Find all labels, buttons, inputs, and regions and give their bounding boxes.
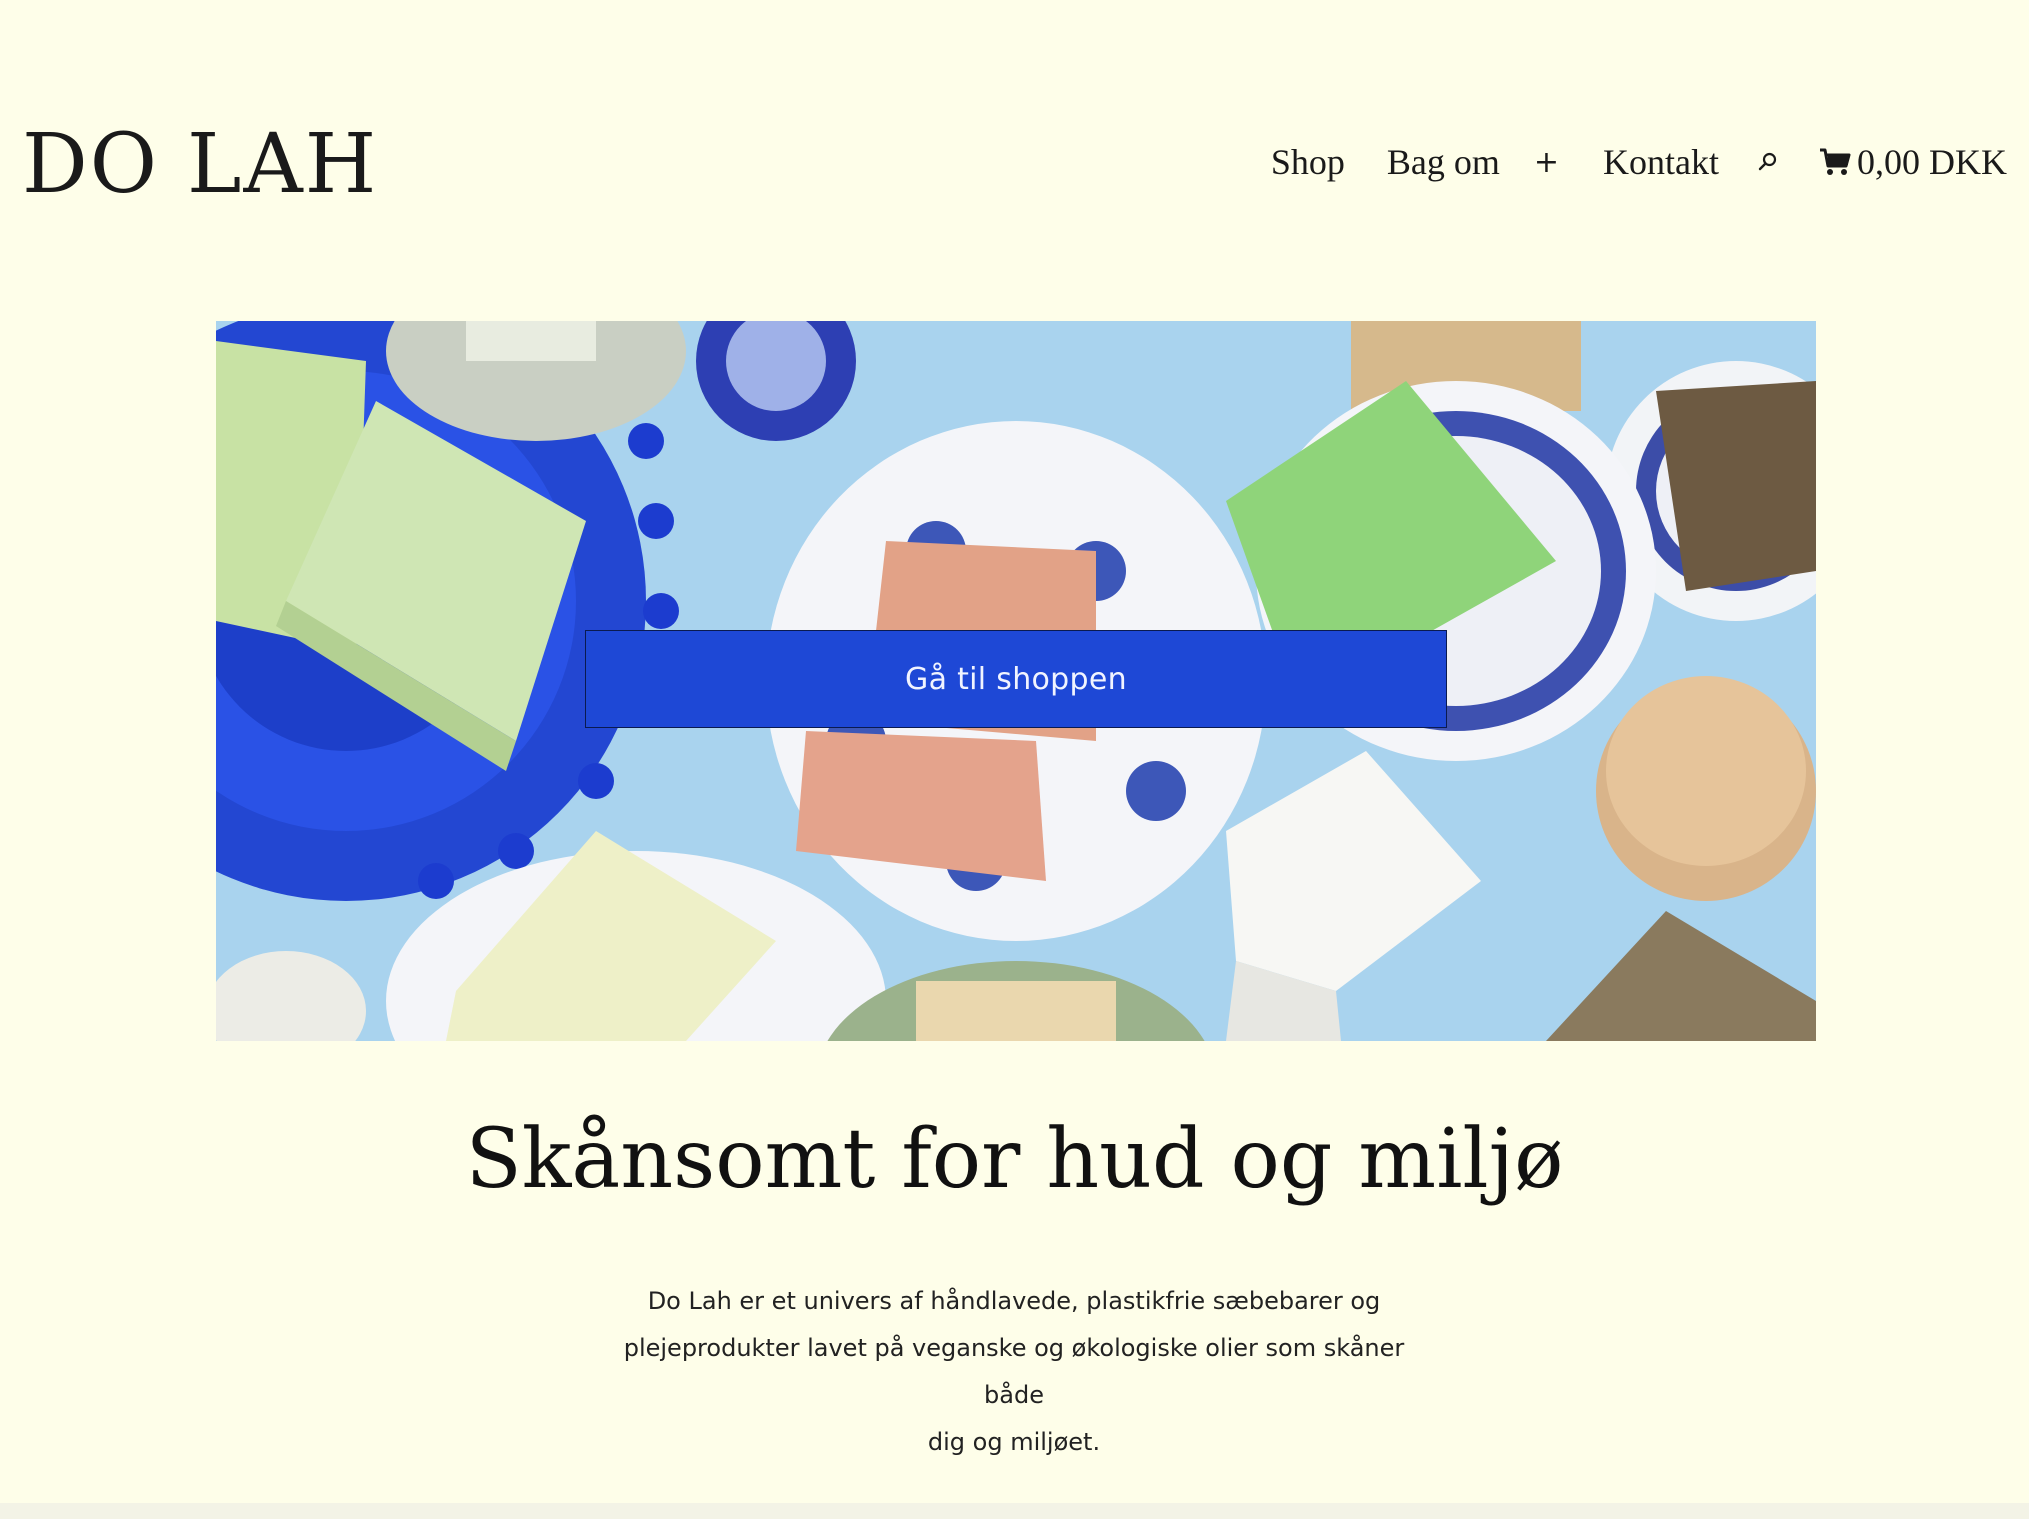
main-nav: Shop Bag om + Kontakt 0,00 DKK <box>1271 134 2007 190</box>
cart-total: 0,00 DKK <box>1857 142 2007 182</box>
hero-banner: Gå til shoppen <box>216 321 1816 1041</box>
site-header: DO LAH Shop Bag om + Kontakt 0,00 DKK <box>0 0 2029 320</box>
intro-line: Do Lah er et univers af håndlavede, plas… <box>647 1287 1381 1315</box>
cart-link[interactable]: 0,00 DKK <box>1819 141 2007 183</box>
intro-line: plejeprodukter lavet på veganske og økol… <box>623 1334 1405 1409</box>
go-to-shop-button[interactable]: Gå til shoppen <box>585 630 1447 728</box>
intro-line: dig og miljøet. <box>927 1428 1101 1456</box>
shopping-cart-icon <box>1819 147 1857 177</box>
intro-paragraph: Do Lah er et univers af håndlavede, plas… <box>614 1278 1414 1466</box>
nav-kontakt-link[interactable]: Kontakt <box>1603 141 1719 183</box>
nav-bag-om-link[interactable]: Bag om <box>1387 141 1500 183</box>
page-bottom-divider <box>0 1503 2029 1519</box>
submenu-expand-toggle[interactable]: + <box>1534 145 1559 180</box>
search-icon[interactable] <box>1757 151 1779 173</box>
nav-shop-link[interactable]: Shop <box>1271 141 1345 183</box>
site-logo[interactable]: DO LAH <box>22 118 378 212</box>
page-headline: Skånsomt for hud og miljø <box>465 1112 1564 1207</box>
